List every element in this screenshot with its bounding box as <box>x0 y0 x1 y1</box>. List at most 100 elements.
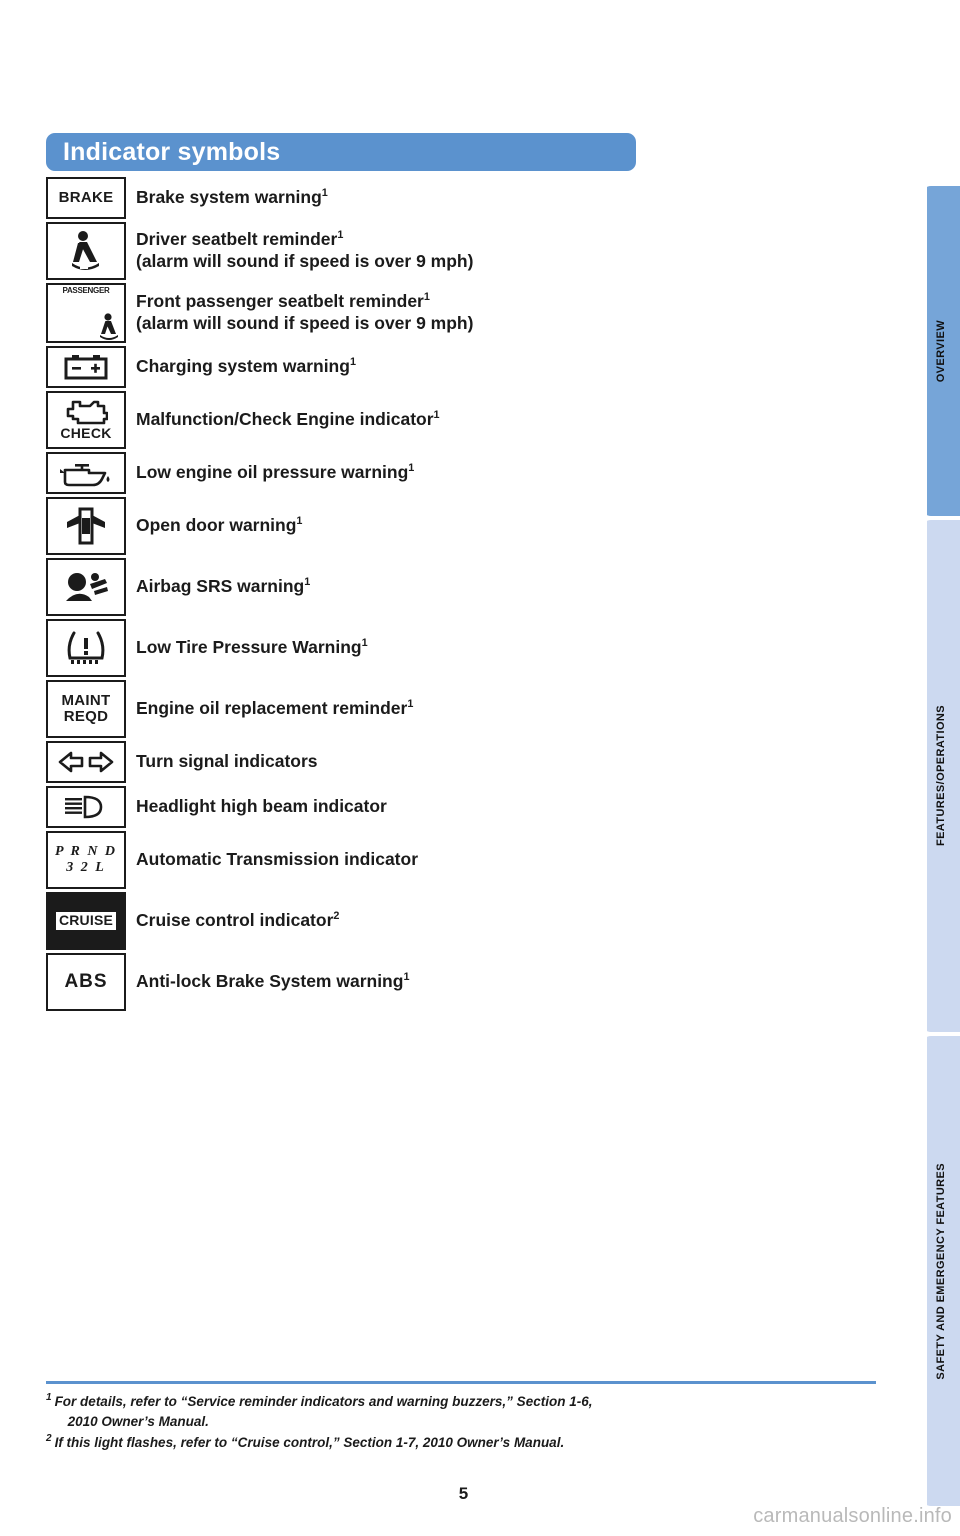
indicator-description: Front passenger seatbelt reminder1 (alar… <box>126 283 473 343</box>
indicator-label: Automatic Transmission indicator <box>136 849 418 870</box>
table-row: BRAKE Brake system warning1 <box>46 177 876 219</box>
indicator-label: Cruise control indicator <box>136 910 334 931</box>
footnote-text-line-1: For details, refer to “Service reminder … <box>54 1394 593 1409</box>
indicator-description: Automatic Transmission indicator <box>126 831 418 889</box>
site-watermark: carmanualsonline.info <box>753 1505 952 1527</box>
automatic-transmission-icon: P R N D 3 2 L <box>46 831 126 889</box>
footnote-ref: 1 <box>321 187 328 200</box>
indicator-description: Brake system warning1 <box>126 177 328 219</box>
driver-seatbelt-icon <box>46 222 126 280</box>
indicator-description: Cruise control indicator2 <box>126 892 339 950</box>
sidebar-item-label: SAFETY AND EMERGENCY FEATURES <box>935 1162 947 1380</box>
table-row: Charging system warning1 <box>46 346 876 388</box>
indicator-description: Turn signal indicators <box>126 741 318 783</box>
abs-text-icon: ABS <box>46 953 126 1011</box>
sidebar-item-features-operations[interactable]: FEATURES/OPERATIONS <box>922 520 960 1032</box>
battery-icon <box>46 346 126 388</box>
abs-text-label: ABS <box>64 971 108 993</box>
indicator-label: Turn signal indicators <box>136 751 318 772</box>
table-row: MAINT REQD Engine oil replacement remind… <box>46 680 876 738</box>
indicator-label: Open door warning <box>136 515 297 536</box>
footnote-2: 2 If this light flashes, refer to “Cruis… <box>46 1433 886 1453</box>
maint-reqd-text-label: MAINT REQD <box>61 692 111 725</box>
footnote-ref: 1 <box>304 576 311 589</box>
indicator-sublabel: (alarm will sound if speed is over 9 mph… <box>136 251 474 271</box>
indicator-description: Driver seatbelt reminder1 (alarm will so… <box>126 222 473 280</box>
table-row: CRUISE Cruise control indicator2 <box>46 892 876 950</box>
table-row: PASSENGER Front passenger seatbelt remin… <box>46 283 876 343</box>
table-row: Open door warning1 <box>46 497 876 555</box>
footnote-ref: 1 <box>433 409 440 422</box>
footnote-ref: 1 <box>423 291 430 304</box>
indicator-sublabel: (alarm will sound if speed is over 9 mph… <box>136 313 474 333</box>
indicator-label: Low engine oil pressure warning <box>136 462 409 483</box>
footnote-ref: 1 <box>361 637 368 650</box>
indicator-description: Airbag SRS warning1 <box>126 558 310 616</box>
transmission-range-line-2: 3 2 L <box>66 860 106 875</box>
indicator-label: Engine oil replacement reminder <box>136 698 408 719</box>
footnote-divider <box>46 1381 876 1384</box>
footnote-ref: 1 <box>407 698 414 711</box>
table-row: P R N D 3 2 L Automatic Transmission ind… <box>46 831 876 889</box>
page-sheet: Indicator symbols BRAKE Brake system war… <box>0 0 927 1536</box>
indicator-description: Malfunction/Check Engine indicator1 <box>126 391 440 449</box>
footnote-marker: 1 <box>46 1392 52 1403</box>
passenger-text-label: PASSENGER <box>62 286 110 295</box>
sidebar-item-label: OVERVIEW <box>935 319 947 383</box>
table-row: Turn signal indicators <box>46 741 876 783</box>
indicator-label: Anti-lock Brake System warning <box>136 971 404 992</box>
brake-text-icon-label: BRAKE <box>58 189 114 207</box>
page-number: 5 <box>458 1484 469 1503</box>
check-engine-text-label: CHECK <box>60 424 112 441</box>
maint-reqd-text-icon: MAINT REQD <box>46 680 126 738</box>
indicator-description: Headlight high beam indicator <box>126 786 387 828</box>
footnote-ref: 1 <box>349 356 356 369</box>
sidebar-item-overview[interactable]: OVERVIEW <box>922 186 960 516</box>
section-header: Indicator symbols <box>46 133 636 171</box>
indicator-description: Anti-lock Brake System warning1 <box>126 953 409 1011</box>
oil-can-icon <box>46 452 126 494</box>
check-engine-icon: CHECK <box>46 391 126 449</box>
footnote-ref: 2 <box>333 910 340 923</box>
page-title: Indicator symbols <box>63 137 281 166</box>
table-row: Driver seatbelt reminder1 (alarm will so… <box>46 222 876 280</box>
indicator-label: Charging system warning <box>136 356 350 377</box>
airbag-srs-icon <box>46 558 126 616</box>
footnote-ref: 1 <box>296 515 303 528</box>
footnote-ref: 1 <box>408 462 415 475</box>
indicator-label: Brake system warning <box>136 187 322 208</box>
indicator-label: Airbag SRS warning <box>136 576 305 597</box>
indicator-symbols-table: BRAKE Brake system warning1 Driver seatb… <box>46 177 876 1014</box>
footnote-ref: 1 <box>403 971 410 984</box>
brake-text-icon: BRAKE <box>46 177 126 219</box>
table-row: CHECK Malfunction/Check Engine indicator… <box>46 391 876 449</box>
table-row: Headlight high beam indicator <box>46 786 876 828</box>
indicator-description: Open door warning1 <box>126 497 302 555</box>
indicator-description: Charging system warning1 <box>126 346 356 388</box>
indicator-label: Low Tire Pressure Warning <box>136 637 362 658</box>
indicator-label: Headlight high beam indicator <box>136 796 387 817</box>
indicator-description: Low Tire Pressure Warning1 <box>126 619 368 677</box>
front-passenger-seatbelt-icon: PASSENGER <box>46 283 126 343</box>
low-tire-pressure-icon <box>46 619 126 677</box>
indicator-label: Front passenger seatbelt reminder <box>136 291 424 312</box>
footnote-marker: 2 <box>46 1433 52 1445</box>
indicator-description: Engine oil replacement reminder1 <box>126 680 413 738</box>
footnote-text-line-2: 2010 Owner’s Manual. <box>67 1413 209 1429</box>
indicator-description: Low engine oil pressure warning1 <box>126 452 414 494</box>
indicator-label: Driver seatbelt reminder <box>136 229 338 250</box>
footnotes: 1 For details, refer to “Service reminde… <box>46 1392 886 1455</box>
table-row: Low Tire Pressure Warning1 <box>46 619 876 677</box>
table-row: ABS Anti-lock Brake System warning1 <box>46 953 876 1011</box>
sidebar-item-label: FEATURES/OPERATIONS <box>935 705 947 847</box>
indicator-label: Malfunction/Check Engine indicator <box>136 409 434 430</box>
cruise-text-icon: CRUISE <box>46 892 126 950</box>
high-beam-icon <box>46 786 126 828</box>
table-row: Airbag SRS warning1 <box>46 558 876 616</box>
sidebar-item-safety-and-emergency-features[interactable]: SAFETY AND EMERGENCY FEATURES <box>922 1036 960 1506</box>
footnote-ref: 1 <box>337 229 344 242</box>
footnote-text-line-1: If this light flashes, refer to “Cruise … <box>54 1435 565 1451</box>
cruise-text-label: CRUISE <box>55 912 117 930</box>
table-row: Low engine oil pressure warning1 <box>46 452 876 494</box>
turn-signal-arrows-icon <box>46 741 126 783</box>
